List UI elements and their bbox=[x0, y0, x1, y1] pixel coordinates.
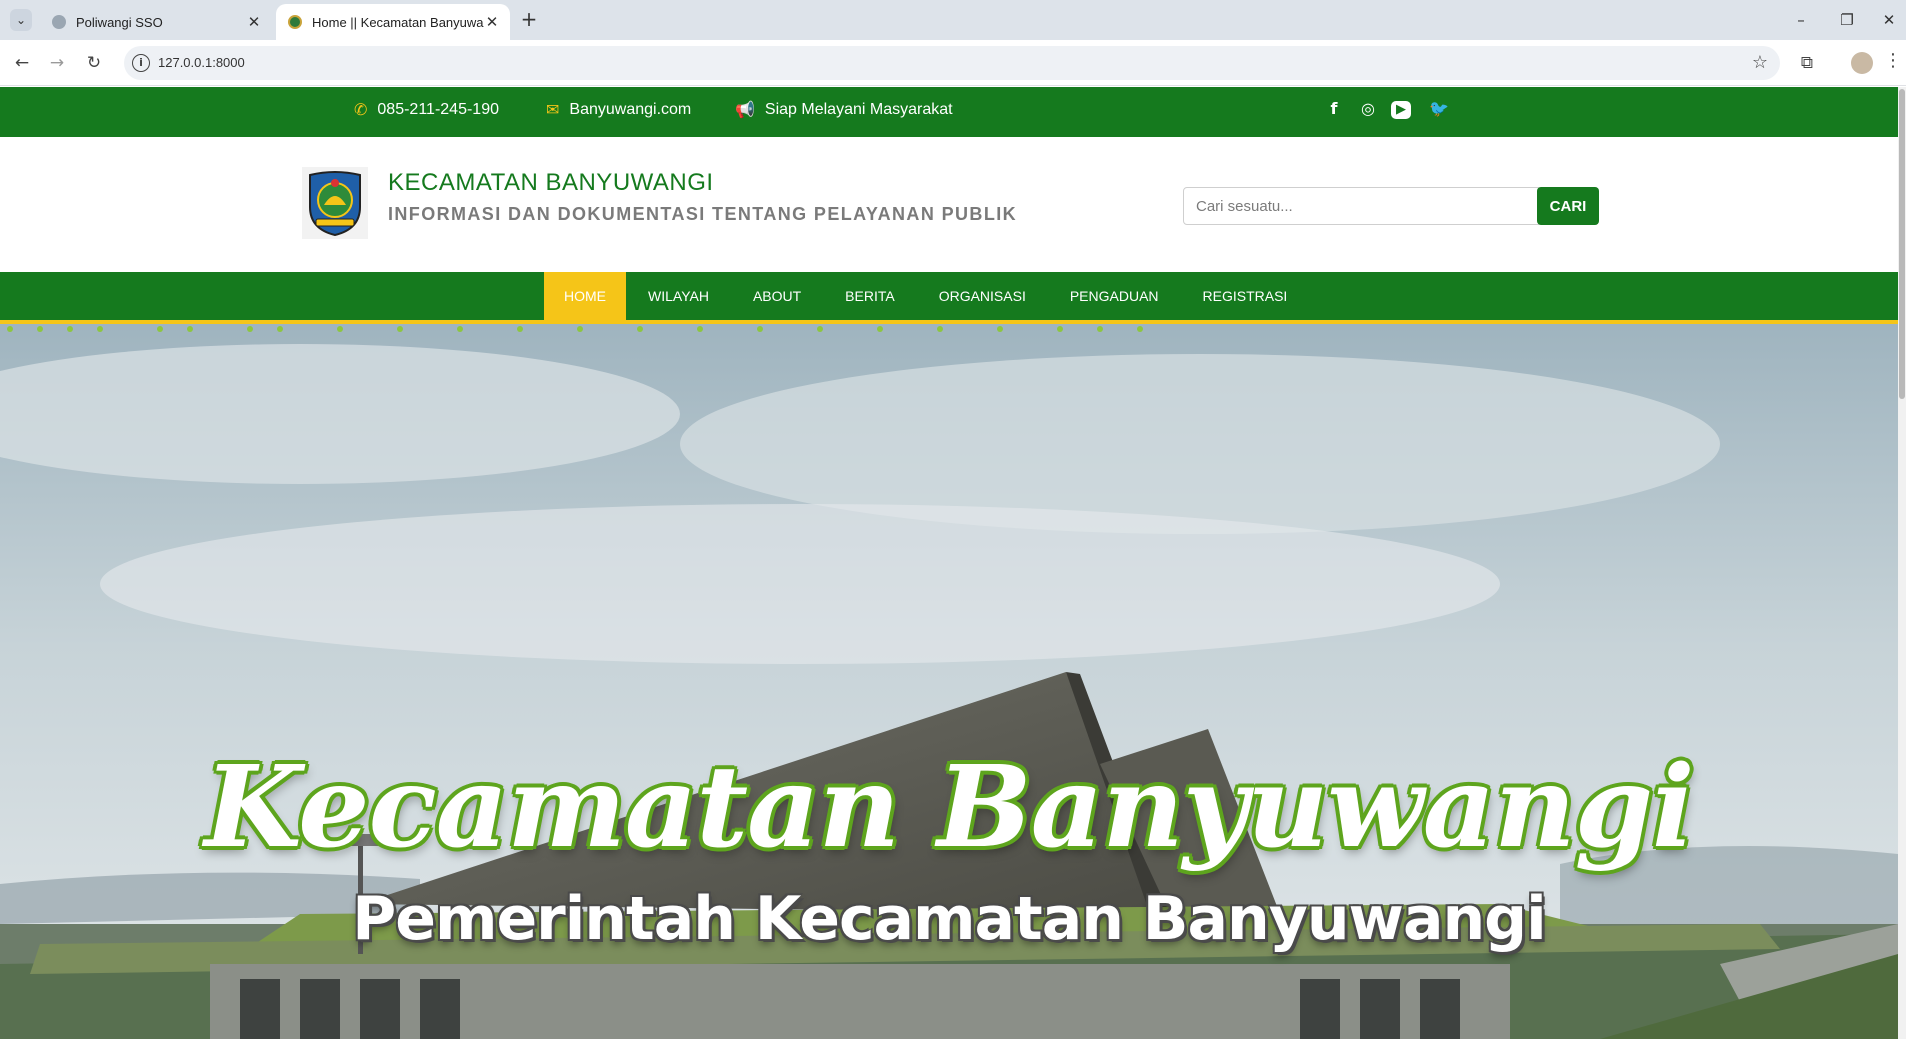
url-text[interactable]: 127.0.0.1:8000 bbox=[158, 55, 245, 70]
nav-item-wilayah[interactable]: WILAYAH bbox=[626, 272, 731, 320]
close-tab-icon[interactable]: ✕ bbox=[246, 13, 262, 31]
megaphone-icon: 📢 bbox=[735, 100, 755, 119]
browser-toolbar: ← → ↻ i 127.0.0.1:8000 ☆ ⧉ ⋮ bbox=[0, 40, 1906, 86]
kecamatan-favicon bbox=[288, 15, 302, 29]
phone-icon: ✆ bbox=[354, 100, 368, 119]
hero-banner: Kecamatan Banyuwangi Pemerintah Kecamata… bbox=[0, 324, 1898, 1039]
kecamatan-logo[interactable] bbox=[302, 167, 368, 239]
forward-button[interactable]: → bbox=[45, 51, 69, 75]
scrollbar-thumb[interactable] bbox=[1899, 89, 1905, 399]
browser-menu-icon[interactable]: ⋮ bbox=[1880, 50, 1906, 76]
hero-title: Kecamatan Banyuwangi bbox=[204, 742, 1694, 873]
close-tab-icon[interactable]: ✕ bbox=[484, 13, 500, 31]
tagline: 📢 Siap Melayani Masyarakat bbox=[735, 100, 953, 119]
instagram-icon[interactable]: ◎ bbox=[1356, 99, 1380, 118]
back-button[interactable]: ← bbox=[10, 51, 34, 75]
site-info-icon[interactable]: i bbox=[132, 54, 150, 72]
profile-avatar[interactable] bbox=[1851, 52, 1873, 74]
new-tab-button[interactable]: + bbox=[518, 9, 540, 31]
tab-title: Home || Kecamatan Banyuwangi bbox=[312, 14, 484, 30]
nav-item-home[interactable]: HOME bbox=[544, 272, 626, 320]
nav-list: HOME WILAYAH ABOUT BERITA ORGANISASI PEN… bbox=[544, 272, 1309, 320]
top-info-bar: ✆ 085-211-245-190 ✉ Banyuwangi.com 📢 Sia… bbox=[0, 87, 1898, 137]
youtube-icon[interactable]: ▶ bbox=[1391, 101, 1411, 119]
phone-contact: ✆ 085-211-245-190 bbox=[354, 100, 499, 119]
nav-item-organisasi[interactable]: ORGANISASI bbox=[917, 272, 1048, 320]
page-scrollbar[interactable] bbox=[1898, 87, 1906, 1039]
search-button[interactable]: CARI bbox=[1537, 187, 1599, 225]
tab-poliwangi-sso[interactable]: Poliwangi SSO ✕ bbox=[40, 4, 272, 40]
hero-subtitle: Pemerintah Kecamatan Banyuwangi bbox=[352, 884, 1546, 954]
twitter-icon[interactable]: 🐦 bbox=[1427, 99, 1451, 118]
restore-button[interactable]: ❐ bbox=[1832, 8, 1862, 32]
tab-search-button[interactable]: ⌄ bbox=[10, 9, 32, 31]
nav-item-registrasi[interactable]: REGISTRASI bbox=[1181, 272, 1310, 320]
site-title: KECAMATAN BANYUWANGI bbox=[388, 169, 714, 196]
nav-item-about[interactable]: ABOUT bbox=[731, 272, 823, 320]
poliwangi-favicon bbox=[52, 15, 66, 29]
tab-title: Poliwangi SSO bbox=[76, 14, 163, 30]
page-viewport: ✆ 085-211-245-190 ✉ Banyuwangi.com 📢 Sia… bbox=[0, 87, 1906, 1039]
site-header: KECAMATAN BANYUWANGI INFORMASI DAN DOKUM… bbox=[0, 137, 1898, 272]
site-subtitle: INFORMASI DAN DOKUMENTASI TENTANG PELAYA… bbox=[388, 204, 1018, 224]
nav-item-berita[interactable]: BERITA bbox=[823, 272, 917, 320]
email-contact: ✉ Banyuwangi.com bbox=[546, 100, 691, 119]
browser-tab-strip: ⌄ Poliwangi SSO ✕ Home || Kecamatan Bany… bbox=[0, 0, 1906, 40]
reload-button[interactable]: ↻ bbox=[82, 51, 106, 75]
main-navigation: HOME WILAYAH ABOUT BERITA ORGANISASI PEN… bbox=[0, 272, 1898, 324]
minimize-button[interactable]: – bbox=[1786, 8, 1816, 32]
phone-number: 085-211-245-190 bbox=[377, 100, 499, 118]
tagline-text: Siap Melayani Masyarakat bbox=[764, 100, 953, 118]
address-bar[interactable]: i 127.0.0.1:8000 ☆ bbox=[124, 46, 1780, 80]
hero-dot-decoration bbox=[7, 326, 1143, 332]
email-text: Banyuwangi.com bbox=[569, 100, 692, 118]
facebook-icon[interactable]: f bbox=[1322, 99, 1346, 118]
nav-item-pengaduan[interactable]: PENGADUAN bbox=[1048, 272, 1181, 320]
tab-home-kecamatan[interactable]: Home || Kecamatan Banyuwangi ✕ bbox=[276, 4, 510, 40]
bookmark-star-icon[interactable]: ☆ bbox=[1752, 52, 1768, 73]
extensions-icon[interactable]: ⧉ bbox=[1794, 50, 1820, 76]
close-window-button[interactable]: ✕ bbox=[1874, 8, 1904, 32]
search-input[interactable] bbox=[1183, 187, 1539, 225]
envelope-icon: ✉ bbox=[546, 100, 560, 119]
